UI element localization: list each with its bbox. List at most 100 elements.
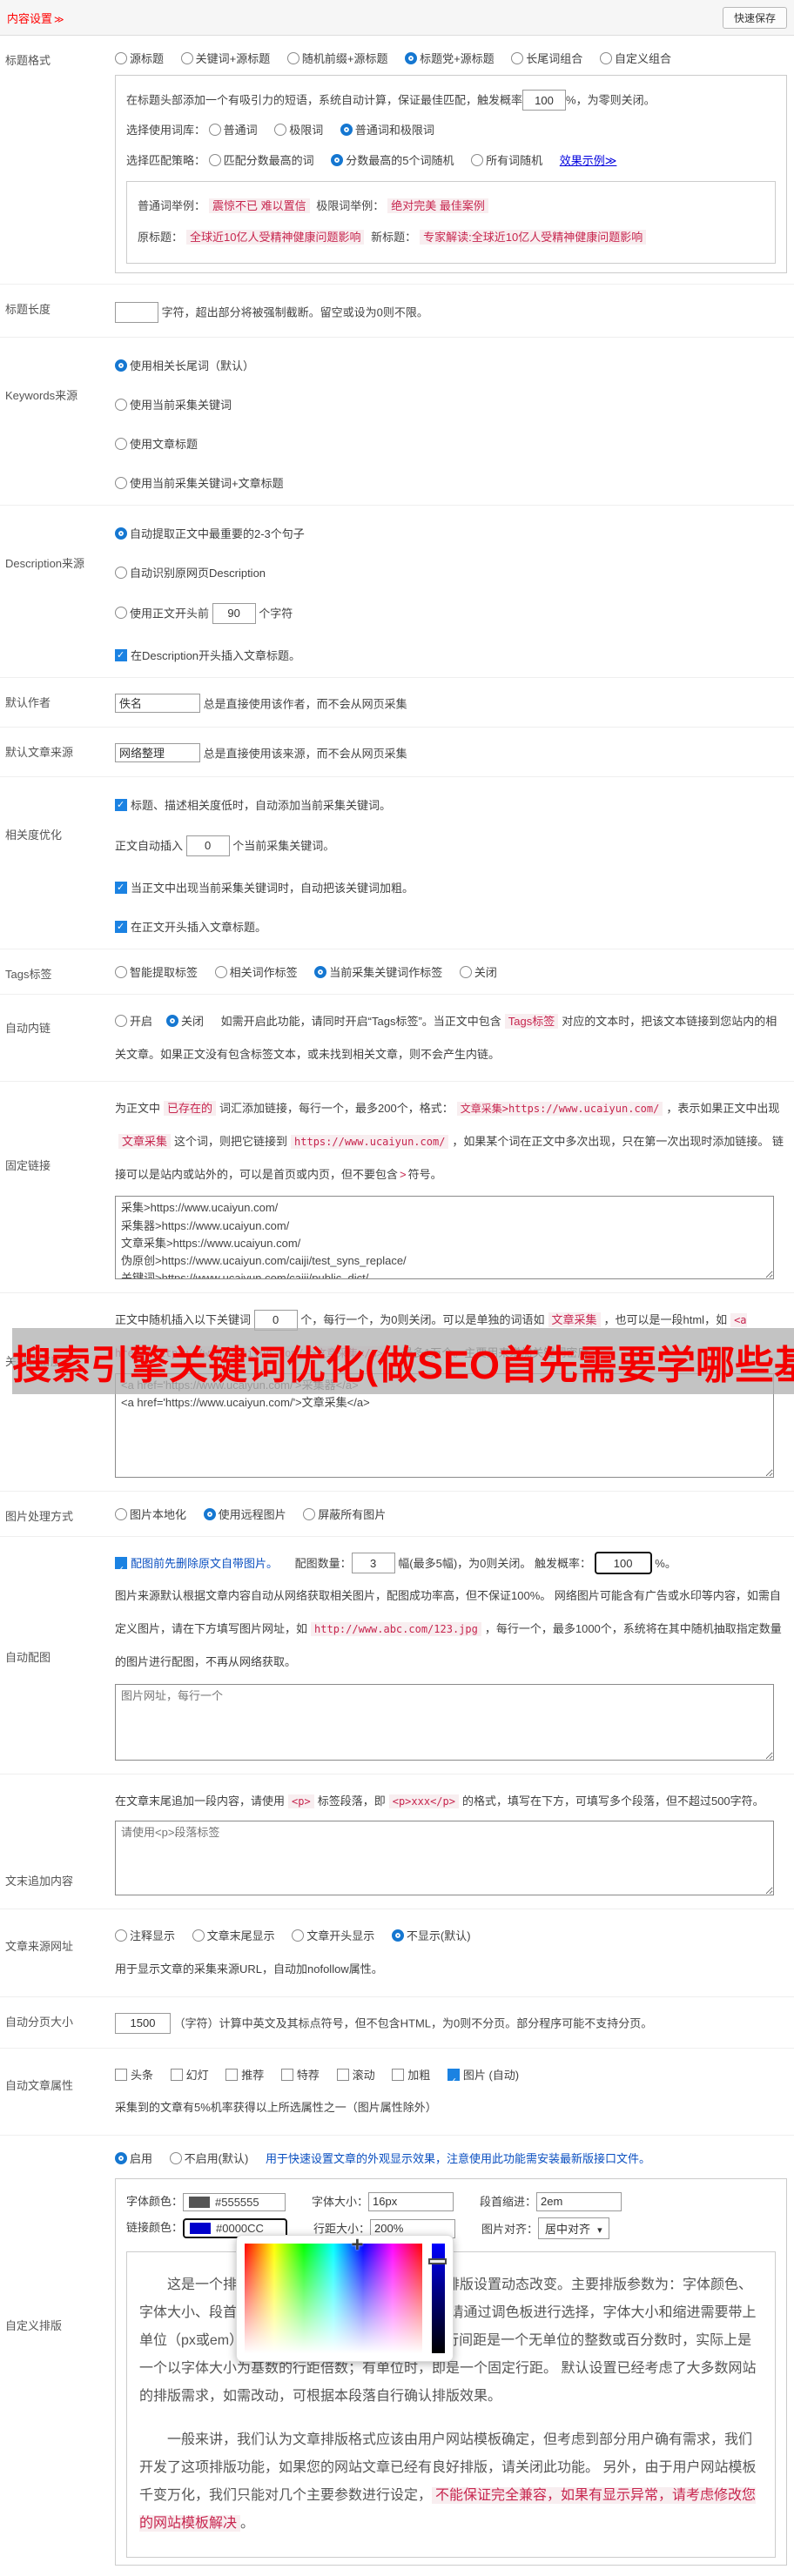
row-label: 默认作者 xyxy=(5,695,51,709)
text: 这个词，则把它链接到 xyxy=(174,1135,288,1148)
checkbox-attr-special[interactable]: 特荐 xyxy=(280,2068,320,2082)
checkbox-attr-scroll[interactable]: 滚动 xyxy=(336,2068,375,2082)
radio-article-title[interactable]: 使用文章标题 xyxy=(115,435,787,452)
radio-layout-enable[interactable]: 启用 xyxy=(115,2151,152,2165)
checkbox-attr-headline[interactable]: 头条 xyxy=(115,2068,153,2082)
paging-size-input[interactable] xyxy=(115,2012,171,2034)
image-align-select[interactable]: 居中对齐 xyxy=(538,2217,609,2239)
radio-extreme-words[interactable]: 极限词 xyxy=(274,124,323,137)
radio-all-words-random[interactable]: 所有词随机 xyxy=(471,153,543,167)
radio-block-all-images[interactable]: 屏蔽所有图片 xyxy=(303,1507,386,1521)
row-title-format: 标题格式 源标题 关键词+源标题 随机前缀+源标题 标题党+源标题 长尾词组合 … xyxy=(0,36,794,285)
image-urls-textarea[interactable] xyxy=(115,1683,774,1761)
font-size-input[interactable] xyxy=(368,2191,454,2211)
checkbox-attr-recommend[interactable]: 推荐 xyxy=(225,2068,264,2082)
radio-show-at-start[interactable]: 文章开头显示 xyxy=(292,1929,374,1942)
radio-label: 关键词+源标题 xyxy=(195,52,271,65)
radio-custom-combo[interactable]: 自定义组合 xyxy=(599,52,671,65)
font-color-swatch[interactable] xyxy=(189,2197,211,2208)
checkbox-insert-title-body[interactable]: 在正文开头插入文章标题。 xyxy=(115,918,787,935)
original-title-example: 全球近10亿人受精神健康问题影响 xyxy=(186,230,365,245)
radio-use-body-prefix[interactable]: 使用正文开头前 个字符 xyxy=(115,602,787,624)
radio-localize-images[interactable]: 图片本地化 xyxy=(115,1507,186,1521)
radio-innerlink-on[interactable]: 开启 xyxy=(115,1014,152,1028)
row-default-author: 默认作者 总是直接使用该作者，而不会从网页采集 xyxy=(0,678,794,728)
row-description-source: Description来源 自动提取正文中最重要的2-3个句子 自动识别原网页D… xyxy=(0,506,794,678)
effect-example-link[interactable]: 效果示例≫ xyxy=(560,154,617,167)
color-picker-slider-handle[interactable] xyxy=(428,2257,447,2264)
radio-current-keywords[interactable]: 使用当前采集关键词 xyxy=(115,396,787,413)
radio-show-as-comment[interactable]: 注释显示 xyxy=(115,1929,175,1942)
radio-label: 使用相关长尾词（默认） xyxy=(130,359,255,372)
prefix-chars-input[interactable] xyxy=(212,602,256,624)
radio-icon xyxy=(274,124,287,137)
radio-keywords-plus-title[interactable]: 使用当前采集关键词+文章标题 xyxy=(115,474,787,491)
checkbox-attr-bold[interactable]: 加粗 xyxy=(392,2068,430,2082)
text: 个当前采集关键词。 xyxy=(232,839,335,853)
insert-keywords-count-input[interactable] xyxy=(185,835,230,856)
radio-label: 当前采集关键词作标签 xyxy=(329,965,443,979)
radio-random-prefix-title[interactable]: 随机前缀+源标题 xyxy=(286,52,387,65)
default-author-desc: 总是直接使用该作者，而不会从网页采集 xyxy=(203,697,407,711)
color-picker-hue-slider[interactable] xyxy=(428,2243,447,2353)
text: %，为零则关闭。 xyxy=(566,93,656,107)
quick-save-button[interactable]: 快速保存 xyxy=(722,6,787,29)
radio-normal-words[interactable]: 普通词 xyxy=(208,124,258,137)
default-source-input[interactable] xyxy=(115,742,200,762)
image-probability-input[interactable] xyxy=(594,1552,652,1575)
checkbox-attr-image-auto[interactable]: 图片 (自动) xyxy=(447,2068,520,2096)
row-source-url: 文章来源网址 注释显示 文章末尾显示 文章开头显示 不显示(默认) 用于显示文章… xyxy=(0,1909,794,1997)
radio-smart-extract-tags[interactable]: 智能提取标签 xyxy=(115,965,198,979)
checkbox-attr-slide[interactable]: 幻灯 xyxy=(170,2068,209,2082)
radio-layout-disable[interactable]: 不启用(默认) xyxy=(169,2151,248,2165)
fixed-links-textarea[interactable]: 采集>https://www.ucaiyun.com/ 采集器>https://… xyxy=(115,1196,774,1280)
probability-input[interactable] xyxy=(522,90,567,111)
radio-label: 普通词和极限词 xyxy=(354,124,434,138)
radio-innerlink-off[interactable]: 关闭 xyxy=(166,1014,204,1028)
format-example-highlight: 文章采集>https://www.ucaiyun.com/ xyxy=(456,1102,663,1117)
radio-normal-and-extreme-words[interactable]: 普通词和极限词 xyxy=(340,124,434,137)
radio-top5-random[interactable]: 分数最高的5个词随机 xyxy=(331,153,454,167)
radio-auto-extract-sentences[interactable]: 自动提取正文中最重要的2-3个句子 xyxy=(115,525,787,541)
keyword-density-count-input[interactable] xyxy=(253,1309,298,1331)
radio-tags-off[interactable]: 关闭 xyxy=(459,965,497,979)
radio-clickbait-title[interactable]: 标题党+源标题 xyxy=(405,52,495,65)
indent-input[interactable] xyxy=(536,2191,622,2211)
link-color-swatch[interactable] xyxy=(190,2223,212,2235)
title-length-input[interactable] xyxy=(115,301,158,323)
image-count-input[interactable] xyxy=(351,1553,395,1574)
radio-keyword-source-title[interactable]: 关键词+源标题 xyxy=(180,52,271,65)
radio-auto-detect-description[interactable]: 自动识别原网页Description xyxy=(115,564,787,580)
row-label: 标题格式 xyxy=(5,54,51,67)
radio-label: 所有词随机 xyxy=(486,153,543,167)
checkbox-label: 图片 (自动) xyxy=(462,2068,520,2082)
title-length-line: 字符，超出部分将被强制截断。留空或设为0则不限。 xyxy=(115,295,787,326)
append-content-textarea[interactable] xyxy=(115,1821,774,1896)
page-title-text: 内容设置 xyxy=(7,11,53,25)
radio-remote-images[interactable]: 使用远程图片 xyxy=(203,1507,286,1521)
page-title[interactable]: 内容设置 ≫ xyxy=(7,10,64,26)
checkbox-delete-original-images[interactable]: 配图前先删除原文自带图片。 xyxy=(115,1556,278,1585)
checkbox-insert-title-description[interactable]: 在Description开头插入文章标题。 xyxy=(115,647,787,663)
radio-show-at-end[interactable]: 文章末尾显示 xyxy=(192,1929,275,1942)
radio-longtail-combo[interactable]: 长尾词组合 xyxy=(511,52,582,65)
radio-source-title[interactable]: 源标题 xyxy=(115,52,164,65)
radio-current-keywords-tags[interactable]: 当前采集关键词作标签 xyxy=(314,965,443,979)
radio-highest-score-word[interactable]: 匹配分数最高的词 xyxy=(208,153,314,167)
row-label: 固定链接 xyxy=(5,1159,51,1173)
radio-label: 使用当前采集关键词+文章标题 xyxy=(130,476,284,490)
checkbox-icon xyxy=(336,2068,349,2081)
text: 极限词举例： xyxy=(316,198,385,212)
color-picker-gradient[interactable] xyxy=(245,2243,422,2353)
checkbox-label: 标题、描述相关度低时，自动添加当前采集关键词。 xyxy=(131,798,392,812)
radio-related-words-tags[interactable]: 相关词作标签 xyxy=(214,965,298,979)
default-author-input[interactable] xyxy=(115,693,200,713)
radio-hide-default[interactable]: 不显示(默认) xyxy=(391,1929,471,1942)
radio-related-longtail[interactable]: 使用相关长尾词（默认） xyxy=(115,357,787,373)
text: 个，每行一个，为0则关闭。可以是单独的词语如 xyxy=(300,1313,545,1327)
checkbox-bold-keywords[interactable]: 当正文中出现当前采集关键词时，自动把该关键词加粗。 xyxy=(115,879,787,896)
text: 的格式，填写在下方，可填写多个段落，但不超过500字符。 xyxy=(461,1794,764,1808)
font-color-input[interactable]: #555555 xyxy=(183,2193,286,2211)
checkbox-add-keywords-low-relevance[interactable]: 标题、描述相关度低时，自动添加当前采集关键词。 xyxy=(115,796,787,813)
radio-icon xyxy=(286,52,299,64)
